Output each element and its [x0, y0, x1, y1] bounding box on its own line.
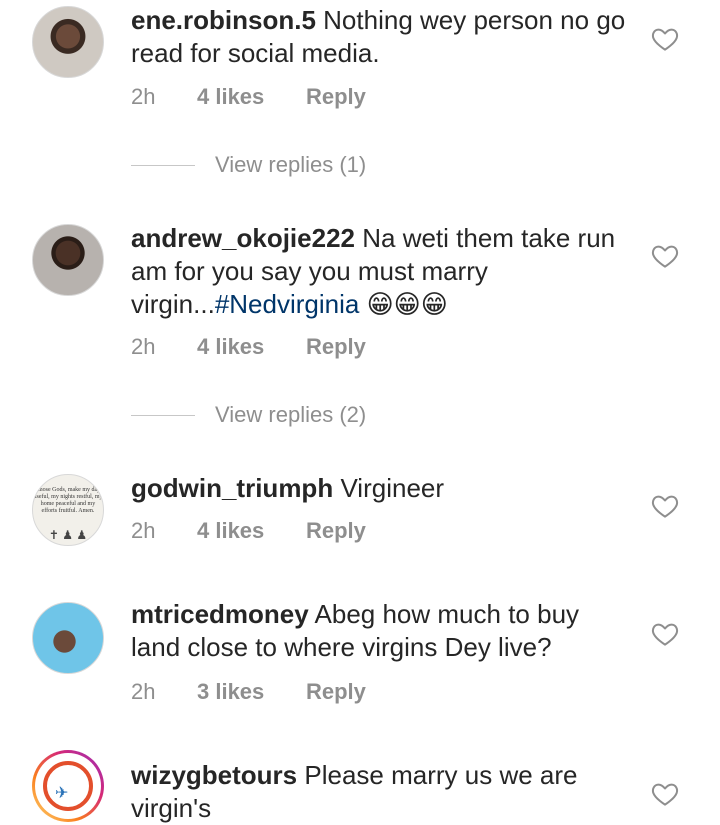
avatar[interactable]: ✈ [32, 750, 104, 822]
heart-outline-icon[interactable] [650, 241, 680, 271]
comment-body: Virgineer [340, 473, 445, 503]
comment-likes[interactable]: 4 likes [197, 334, 264, 360]
comment-likes[interactable]: 4 likes [197, 518, 264, 544]
view-replies[interactable]: View replies (1) [131, 150, 431, 180]
divider [131, 415, 195, 416]
airplane-icon: ✈ [55, 785, 69, 802]
avatar-quote-text: ...those Gods, make my days useful, my n… [33, 487, 103, 514]
view-replies-label[interactable]: View replies (1) [215, 150, 366, 180]
avatar[interactable] [32, 602, 104, 674]
emoji: 😁😁😁 [366, 289, 448, 319]
reply-button[interactable]: Reply [306, 84, 366, 110]
comment-username[interactable]: ene.robinson.5 [131, 5, 316, 35]
comment-time: 2h [131, 679, 156, 704]
comment-time: 2h [131, 84, 156, 109]
comment-text: mtricedmoney Abeg how much to buy land c… [131, 598, 631, 664]
comment-likes[interactable]: 3 likes [197, 679, 264, 705]
comment-username[interactable]: mtricedmoney [131, 599, 309, 629]
view-replies-label[interactable]: View replies (2) [215, 400, 366, 430]
avatar[interactable] [32, 6, 104, 78]
avatar[interactable]: ...those Gods, make my days useful, my n… [32, 474, 104, 546]
comment-likes[interactable]: 4 likes [197, 84, 264, 110]
heart-outline-icon[interactable] [650, 24, 680, 54]
avatar[interactable] [32, 224, 104, 296]
comment-text: andrew_okojie222 Na weti them take run a… [131, 222, 631, 321]
comment-username[interactable]: andrew_okojie222 [131, 223, 355, 253]
comment-username[interactable]: godwin_triumph [131, 473, 333, 503]
comment-text: wizygbetours Please marry us we are virg… [131, 759, 631, 825]
heart-outline-icon[interactable] [650, 619, 680, 649]
comment-text: godwin_triumph Virgineer [131, 472, 631, 505]
comment-username[interactable]: wizygbetours [131, 760, 297, 790]
view-replies[interactable]: View replies (2) [131, 400, 431, 430]
divider [131, 165, 195, 166]
comment-time: 2h [131, 334, 156, 359]
hashtag-link[interactable]: #Nedvirginia [215, 289, 360, 319]
heart-outline-icon[interactable] [650, 491, 680, 521]
praying-figures-icon: ✝ ♟ ♟ [48, 528, 88, 542]
heart-outline-icon[interactable] [650, 779, 680, 809]
reply-button[interactable]: Reply [306, 334, 366, 360]
reply-button[interactable]: Reply [306, 518, 366, 544]
comment-text: ene.robinson.5 Nothing wey person no go … [131, 4, 631, 70]
comment-time: 2h [131, 518, 156, 543]
reply-button[interactable]: Reply [306, 679, 366, 705]
